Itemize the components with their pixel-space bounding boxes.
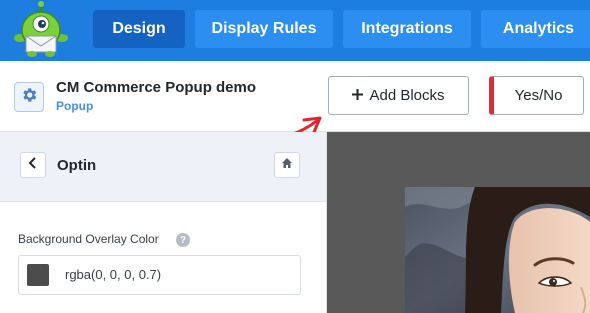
settings-panel: Optin Background Overlay Color ? rgba(0,… (0, 132, 327, 313)
yesno-button[interactable]: Yes/No (489, 76, 584, 115)
add-blocks-label: Add Blocks (369, 87, 445, 104)
background-overlay-label: Background Overlay Color (18, 232, 159, 246)
tab-analytics[interactable]: Analytics (481, 10, 590, 48)
plus-icon (352, 87, 364, 104)
campaign-type: Popup (56, 99, 94, 113)
add-blocks-button[interactable]: Add Blocks (328, 76, 469, 115)
panel-title: Optin (57, 157, 97, 174)
tab-integrations[interactable]: Integrations (343, 10, 471, 48)
popup-preview (327, 132, 590, 313)
panel-header: Optin (0, 132, 326, 202)
question-icon[interactable]: ? (176, 233, 190, 247)
campaign-settings-button[interactable] (14, 82, 44, 112)
tab-display-rules[interactable]: Display Rules (195, 10, 333, 48)
top-navigation: Design Display Rules Integrations Analyt… (0, 0, 590, 61)
optinmonster-logo[interactable] (8, 0, 74, 58)
home-icon (281, 156, 293, 174)
campaign-title: CM Commerce Popup demo (56, 79, 257, 96)
overlay-color-input[interactable]: rgba(0, 0, 0, 0.7) (18, 255, 301, 295)
chevron-left-icon (28, 156, 38, 174)
home-button[interactable] (274, 152, 300, 178)
color-value: rgba(0, 0, 0, 0.7) (65, 267, 162, 282)
preview-photo (405, 187, 590, 313)
back-button[interactable] (20, 152, 46, 178)
gear-icon (20, 86, 38, 109)
color-swatch[interactable] (27, 264, 49, 286)
tab-design[interactable]: Design (93, 10, 185, 48)
